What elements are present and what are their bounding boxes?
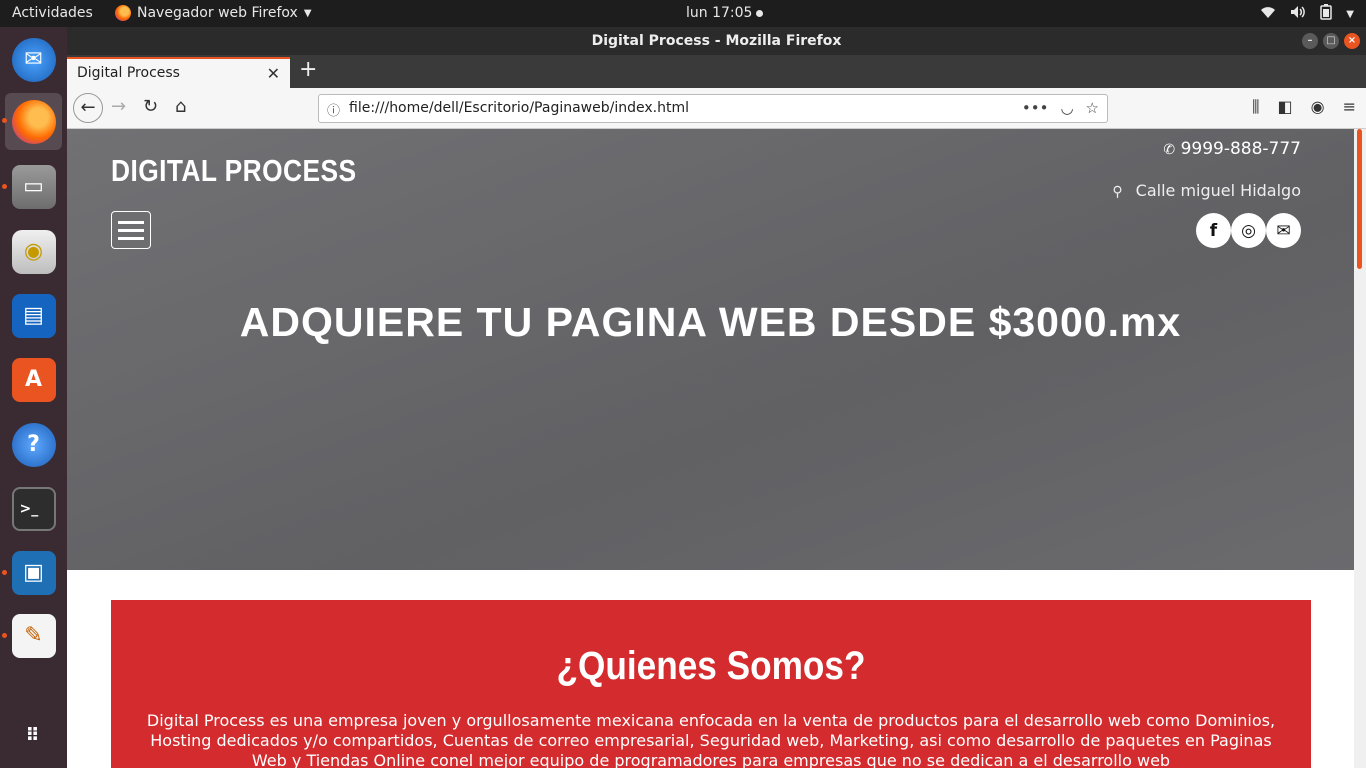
terminal-icon: >_ <box>11 486 56 531</box>
page-scrollbar[interactable] <box>1354 129 1366 768</box>
battery-icon <box>1320 4 1333 24</box>
minimize-button[interactable]: – <box>1302 33 1318 49</box>
pocket-icon[interactable]: ◡ <box>1060 99 1073 117</box>
page-actions-icon[interactable]: ••• <box>1022 99 1049 117</box>
clock[interactable]: lun 17:05 <box>686 5 764 21</box>
tab-strip: Digital Process ✕ + <box>67 55 1366 88</box>
dock: ✉ ▭ ◉ ▤ A ? >_ ▣ ✎ ⠿ <box>0 27 67 768</box>
email-icon[interactable]: ✉ <box>1266 213 1301 248</box>
file-cabinet-icon: ▭ <box>11 164 56 209</box>
close-window-button[interactable]: × <box>1344 33 1360 49</box>
hero-headline: ADQUIERE TU PAGINA WEB DESDE $3000.mx <box>239 299 1182 345</box>
phone-icon: ✆ <box>1163 142 1176 158</box>
hero-section: DIGITAL PROCESS ✆ 9999-888-777 ⚲ Calle m… <box>67 129 1354 570</box>
scrollbar-thumb[interactable] <box>1357 129 1362 269</box>
dock-show-apps[interactable]: ⠿ <box>5 707 62 764</box>
chevron-down-icon: ▼ <box>303 7 312 19</box>
chevron-down-icon: ▼ <box>1346 8 1354 20</box>
running-indicator-icon <box>2 184 7 189</box>
tab-digital-process[interactable]: Digital Process ✕ <box>67 57 290 88</box>
forward-button[interactable]: → <box>111 96 126 117</box>
facebook-icon[interactable]: f <box>1196 213 1231 248</box>
page-viewport: DIGITAL PROCESS ✆ 9999-888-777 ⚲ Calle m… <box>67 129 1366 768</box>
account-icon[interactable]: ◉ <box>1311 97 1325 117</box>
dock-rhythmbox[interactable]: ◉ <box>5 223 62 280</box>
menu-bar-icon <box>118 236 144 240</box>
shopping-bag-icon: A <box>11 357 56 402</box>
sidebar-icon[interactable]: ◧ <box>1278 97 1293 117</box>
dock-text-editor[interactable]: ✎ <box>5 607 62 664</box>
window-icon: ▣ <box>11 550 56 595</box>
running-indicator-icon <box>2 118 7 123</box>
help-icon: ? <box>11 422 56 467</box>
menu-bar-icon <box>118 220 144 224</box>
window-titlebar[interactable]: Digital Process - Mozilla Firefox – □ × <box>67 27 1366 55</box>
info-icon[interactable]: ⓘ <box>327 100 340 119</box>
site-brand[interactable]: DIGITAL PROCESS <box>111 153 357 189</box>
dock-screen-recorder[interactable]: ▣ <box>5 544 62 601</box>
navigation-toolbar: ← → ↻ ⌂ ⓘ file:///home/dell/Escritorio/P… <box>67 88 1366 129</box>
url-text: file:///home/dell/Escritorio/Paginaweb/i… <box>349 100 689 116</box>
dock-terminal[interactable]: >_ <box>5 480 62 537</box>
bookmark-star-icon[interactable]: ☆ <box>1086 99 1099 117</box>
menu-bar-icon <box>118 228 144 232</box>
dock-firefox[interactable] <box>5 93 62 150</box>
window-title: Digital Process - Mozilla Firefox <box>591 33 842 49</box>
map-pin-icon: ⚲ <box>1112 184 1123 200</box>
volume-icon <box>1290 5 1306 23</box>
social-links: f ◎ ✉ <box>1196 213 1301 248</box>
document-icon: ▤ <box>11 293 56 338</box>
about-title: ¿Quienes Somos? <box>556 644 866 688</box>
instagram-icon[interactable]: ◎ <box>1231 213 1266 248</box>
about-section: ¿Quienes Somos? Digital Process es una e… <box>111 600 1311 768</box>
app-menu-label: Navegador web Firefox <box>137 5 298 21</box>
firefox-window: Digital Process - Mozilla Firefox – □ × … <box>67 27 1366 768</box>
dock-help[interactable]: ? <box>5 416 62 473</box>
running-indicator-icon <box>2 633 7 638</box>
close-tab-icon[interactable]: ✕ <box>267 64 280 83</box>
speaker-icon: ◉ <box>11 229 56 274</box>
window-controls: – □ × <box>1302 33 1360 49</box>
notification-dot-icon <box>756 9 764 17</box>
clock-label: lun 17:05 <box>686 5 753 21</box>
reload-button[interactable]: ↻ <box>143 96 158 117</box>
firefox-icon <box>11 99 56 144</box>
address-text: Calle miguel Hidalgo <box>1135 181 1301 200</box>
phone-contact: ✆ 9999-888-777 <box>1163 139 1301 159</box>
activities-button[interactable]: Actividades <box>12 5 93 21</box>
phone-number: 9999-888-777 <box>1180 139 1301 159</box>
running-indicator-icon <box>2 570 7 575</box>
home-button[interactable]: ⌂ <box>175 96 186 117</box>
address-contact: ⚲ Calle miguel Hidalgo <box>1112 181 1301 200</box>
notepad-icon: ✎ <box>11 613 56 658</box>
hamburger-menu-button[interactable] <box>111 211 151 249</box>
system-tray[interactable]: ▼ <box>1260 4 1354 24</box>
tab-title: Digital Process <box>77 65 180 81</box>
new-tab-button[interactable]: + <box>299 57 317 82</box>
system-top-bar: Actividades Navegador web Firefox ▼ lun … <box>0 0 1366 27</box>
maximize-button[interactable]: □ <box>1323 33 1339 49</box>
wifi-icon <box>1260 5 1276 23</box>
app-menu[interactable]: Navegador web Firefox ▼ <box>115 5 312 21</box>
app-grid-icon: ⠿ <box>25 724 42 746</box>
dock-writer[interactable]: ▤ <box>5 287 62 344</box>
dock-files[interactable]: ▭ <box>5 158 62 215</box>
hamburger-menu-icon[interactable]: ≡ <box>1343 97 1356 117</box>
library-icon[interactable]: ⫼ <box>1252 97 1259 117</box>
back-button[interactable]: ← <box>73 93 103 123</box>
dock-thunderbird[interactable]: ✉ <box>5 31 62 88</box>
thunderbird-icon: ✉ <box>11 37 56 82</box>
dock-software[interactable]: A <box>5 351 62 408</box>
url-bar[interactable]: ⓘ file:///home/dell/Escritorio/Paginaweb… <box>318 94 1108 123</box>
about-text: Digital Process es una empresa joven y o… <box>146 711 1276 768</box>
firefox-icon <box>115 5 131 21</box>
